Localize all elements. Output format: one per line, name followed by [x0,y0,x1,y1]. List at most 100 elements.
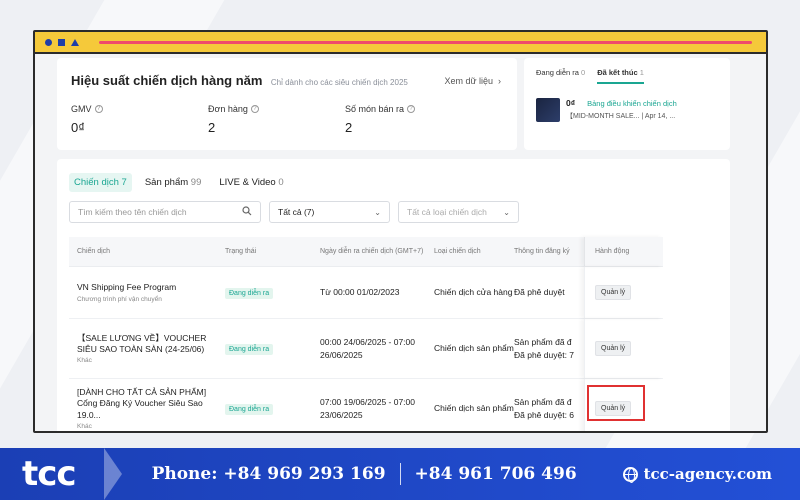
chevron-right-icon: › [495,76,501,86]
metric-orders: Đơn hàng? 2 [208,104,345,135]
search-icon [242,206,252,218]
campaign-status-card: Đang diễn ra 0 Đã kết thúc 1 0₫ Bảng điề… [524,58,730,150]
metrics-row: GMV? 0₫ Đơn hàng? 2 Số món bán ra? 2 [71,104,503,135]
tab-label: Đang diễn ra [536,68,579,77]
campaign-name[interactable]: 【SALE LƯƠNG VỀ】VOUCHER SIÊU SAO TOÀN SÀN… [77,333,225,356]
campaign-subtype: Khác [77,357,92,365]
view-data-link[interactable]: Xem dữ liệu › [444,76,501,86]
search-input[interactable]: Tìm kiếm theo tên chiến dịch [69,201,261,223]
registration-info: Đã phê duyệt [514,287,565,298]
campaign-gmv: 0₫ [566,98,576,108]
phone-secondary: +84 961 706 496 [414,464,577,484]
header-date: Ngày diễn ra chiến dịch (GMT+7) [320,248,424,255]
campaign-meta: 【MID-MONTH SALE... | Apr 14, ... [566,113,676,120]
metric-label: Đơn hàng [208,104,248,114]
campaign-subtype: Chương trình phí vận chuyển [77,295,162,303]
campaign-date: 00:00 24/06/2025 - 07:00 26/06/2025 [320,337,415,360]
performance-subtitle: Chỉ dành cho các siêu chiến dịch 2025 [270,78,408,87]
frame-accent-line [99,40,752,44]
help-icon[interactable]: ? [94,105,103,113]
campaign-type: Chiến dịch sản phẩm [434,403,514,414]
chevron-down-icon: ⌄ [374,207,381,217]
view-data-label[interactable]: Xem dữ liệu [444,76,493,86]
header-campaign: Chiến dịch [77,248,111,255]
tab-count: 0 [278,177,284,188]
status-select[interactable]: Tất cả (7) ⌄ [269,201,390,223]
header-status: Trạng thái [225,248,257,255]
performance-card: Hiệu suất chiến dịch hàng năm Chỉ dành c… [57,58,517,150]
campaign-dashboard-link[interactable]: Bảng điều khiển chiến dịch [587,99,677,108]
triangle-icon [71,38,79,46]
campaign-name[interactable]: [DÀNH CHO TẤT CẢ SẢN PHẨM] Cổng Đăng Ký … [77,387,225,421]
status-select-value: Tất cả (7) [278,207,315,217]
metric-gmv: GMV? 0₫ [71,104,208,135]
footer-banner: tcc Phone: +84 969 293 169 +84 961 706 4… [0,448,800,500]
tab-campaigns[interactable]: Chiến dịch 7 [69,173,132,192]
tab-label: Đã kết thúc [597,68,638,77]
registration-info: Sản phẩm đã đ Đã phê duyệt: 6 [514,397,575,420]
registration-info: Sản phẩm đã đ Đã phê duyệt: 7 [514,337,575,360]
status-badge: Đang diễn ra [225,287,274,299]
status-badge: Đang diễn ra [225,403,274,415]
tab-label: LIVE & Video [219,177,276,188]
tab-ended[interactable]: Đã kết thúc 1 [597,68,644,84]
status-tabs: Đang diễn ra 0 Đã kết thúc 1 [536,68,718,84]
tab-count: 7 [121,177,127,188]
metric-label: Số món bán ra [345,104,405,114]
type-select-value: Tất cả loại chiến dịch [407,207,487,217]
header-registration: Thông tin đăng ký [514,248,570,255]
tab-products[interactable]: Sản phẩm 99 [140,173,207,192]
metric-value: 2 [208,120,216,135]
help-icon[interactable]: ? [250,105,259,113]
tab-label: Sản phẩm [144,177,189,188]
browser-frame: Hiệu suất chiến dịch hàng năm Chỉ dành c… [33,30,768,433]
tab-ongoing[interactable]: Đang diễn ra 0 [536,68,585,84]
square-icon [58,38,65,46]
ended-campaign-item: 0₫ Bảng điều khiển chiến dịch 【MID-MONTH… [536,98,718,122]
performance-title: Hiệu suất chiến dịch hàng năm [71,73,263,88]
phone-primary: Phone: +84 969 293 169 [151,464,386,484]
tab-live-video[interactable]: LIVE & Video 0 [214,173,288,192]
metric-value: 0₫ [71,120,85,135]
website: tcc-agency.com [622,465,772,483]
circle-icon [45,38,52,46]
campaign-date: Từ 00:00 01/02/2023 [320,287,400,298]
tab-count: 99 [190,177,202,188]
table-row: [DÀNH CHO TẤT CẢ SẢN PHẨM] Cổng Đăng Ký … [69,379,663,431]
main-tabs: Chiến dịch 7 Sản phẩm 99 LIVE & Video 0 [69,173,289,192]
campaign-type: Chiến dịch sản phẩm [434,343,514,354]
campaign-type-select[interactable]: Tất cả loại chiến dịch ⌄ [398,201,519,223]
campaigns-card: Chiến dịch 7 Sản phẩm 99 LIVE & Video 0 … [57,159,730,431]
campaign-date: 07:00 19/06/2025 - 07:00 23/06/2025 [320,397,415,420]
campaign-name[interactable]: VN Shipping Fee Program [77,282,225,293]
brand-logo: tcc [22,454,77,494]
header-action: Hành động [584,237,663,266]
arrow-shape [103,448,122,500]
table-row: 【SALE LƯƠNG VỀ】VOUCHER SIÊU SAO TOÀN SÀN… [69,319,663,379]
campaign-thumbnail [536,98,560,122]
help-icon[interactable]: ? [407,105,416,113]
header-type: Loại chiến dịch [434,248,481,255]
campaign-type: Chiến dịch cửa hàng [434,287,513,298]
metric-label: GMV [71,104,92,114]
manage-button[interactable]: Quản lý [595,341,632,356]
tab-count: 1 [639,68,644,77]
filter-bar: Tìm kiếm theo tên chiến dịch Tất cả (7) … [69,201,519,223]
page-content: Hiệu suất chiến dịch hàng năm Chỉ dành c… [57,56,744,431]
table-row: VN Shipping Fee Program Chương trình phí … [69,267,663,319]
globe-icon [622,466,638,483]
metric-value: 2 [345,120,353,135]
tab-count: 0 [581,68,586,77]
divider [399,463,401,485]
manage-button[interactable]: Quản lý [595,285,632,300]
status-badge: Đang diễn ra [225,343,274,355]
highlight-box [587,385,645,421]
campaign-subtype: Khác [77,423,92,431]
table-header: Chiến dịch Trạng thái Ngày diễn ra chiến… [69,237,663,267]
frame-title-bar [35,32,766,54]
tab-label: Chiến dịch [74,177,119,188]
campaign-info: 0₫ Bảng điều khiển chiến dịch 【MID-MONTH… [566,98,677,122]
search-placeholder: Tìm kiếm theo tên chiến dịch [78,207,187,217]
metric-items-sold: Số món bán ra? 2 [345,104,482,135]
campaigns-table: Chiến dịch Trạng thái Ngày diễn ra chiến… [69,237,663,431]
